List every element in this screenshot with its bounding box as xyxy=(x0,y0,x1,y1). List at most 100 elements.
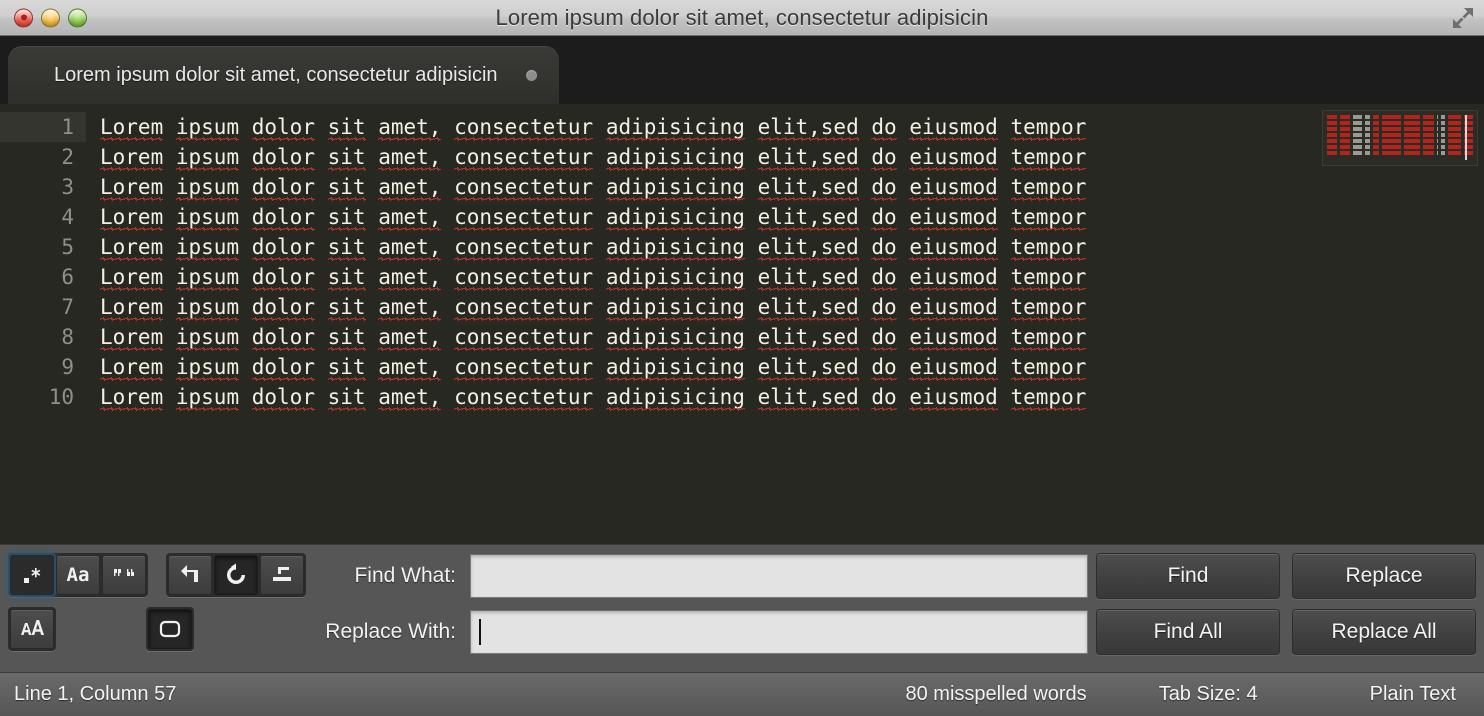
misspelled-word: consectetur xyxy=(454,142,594,172)
minimap-block xyxy=(1327,120,1338,125)
misspelled-word: eiusmod xyxy=(909,292,998,322)
preserve-case-toggle-button[interactable] xyxy=(10,609,54,649)
line-number-gutter: 1 2 3 4 5 6 7 8 9 10 xyxy=(0,104,86,544)
misspelled-word: sit xyxy=(327,352,366,382)
syntax-mode-status[interactable]: Plain Text xyxy=(1370,683,1456,706)
minimap-block xyxy=(1422,150,1434,155)
minimap-block xyxy=(1353,132,1363,137)
replace-with-label: Replace With: xyxy=(325,620,456,643)
minimap-block xyxy=(1327,138,1338,143)
misspelled-word: elit,sed xyxy=(757,382,859,412)
replace-with-input[interactable] xyxy=(470,610,1088,654)
replace-with-row: Replace With: xyxy=(308,609,1088,655)
minimap-block xyxy=(1436,144,1439,149)
minimap-block xyxy=(1382,144,1401,149)
editor-tab[interactable]: Lorem ipsum dolor sit amet, consectetur … xyxy=(8,46,559,104)
editor-text-content[interactable]: Lorem ipsum dolor sit amet, consectetur … xyxy=(86,104,1484,544)
replace-all-button[interactable]: Replace All xyxy=(1292,609,1476,655)
minimap-block xyxy=(1353,120,1363,125)
minimap[interactable] xyxy=(1322,110,1478,166)
misspelled-word: elit,sed xyxy=(757,142,859,172)
minimap-block xyxy=(1373,114,1380,119)
whole-word-toggle-button[interactable] xyxy=(102,555,146,595)
window-title: Lorem ipsum dolor sit amet, consectetur … xyxy=(495,4,989,30)
misspelled-word: adipisicing xyxy=(605,262,745,292)
minimap-row xyxy=(1327,150,1473,155)
minimap-row xyxy=(1327,120,1473,125)
tab-dirty-indicator-icon[interactable] xyxy=(525,69,537,81)
minimap-cursor-icon xyxy=(1465,115,1467,160)
show-context-toggle-button[interactable] xyxy=(148,609,192,649)
minimap-block xyxy=(1340,120,1351,125)
find-replace-fields: Find What: Replace With: xyxy=(308,553,1096,672)
misspelled-word: Lorem xyxy=(100,292,164,322)
replace-button[interactable]: Replace xyxy=(1292,553,1476,599)
misspelled-word: tempor xyxy=(1010,112,1086,142)
misspelled-word: eiusmod xyxy=(909,322,998,352)
rounded-rect-icon xyxy=(159,620,181,638)
misspelled-word: ipsum xyxy=(175,382,240,412)
misspelled-word: sit xyxy=(327,382,366,412)
minimap-block xyxy=(1422,138,1434,143)
line-number: 5 xyxy=(61,235,74,259)
minimap-block xyxy=(1373,144,1380,149)
quote-marks-icon xyxy=(114,569,134,576)
minimap-block xyxy=(1365,144,1371,149)
tab-size-status[interactable]: Tab Size: 4 xyxy=(1159,683,1258,706)
window-controls xyxy=(14,8,87,27)
minimap-block xyxy=(1436,126,1439,131)
minimap-block xyxy=(1403,132,1420,137)
maximize-button[interactable] xyxy=(68,8,87,27)
minimap-block xyxy=(1448,132,1462,137)
tab-label: Lorem ipsum dolor sit amet, consectetur … xyxy=(54,63,498,86)
minimap-block xyxy=(1382,150,1401,155)
misspelled-word: adipisicing xyxy=(605,172,745,202)
misspelled-word: tempor xyxy=(1010,232,1086,262)
circular-arrow-icon xyxy=(227,563,245,584)
misspelled-word: dolor xyxy=(251,142,316,172)
code-editor[interactable]: 1 2 3 4 5 6 7 8 9 10 Lorem ipsum dolor sit amet, … xyxy=(0,104,1484,544)
line-number: 1 xyxy=(0,112,86,142)
editor-line: Lorem ipsum dolor sit amet, consectetur … xyxy=(100,232,1484,262)
misspelled-word: amet, xyxy=(378,292,442,322)
misspelled-word: adipisicing xyxy=(605,202,745,232)
highlight-results-toggle-button[interactable] xyxy=(260,555,304,595)
misspelled-word: eiusmod xyxy=(909,232,998,262)
misspelled-word: do xyxy=(871,142,897,172)
actions-row-2: Find All Replace All xyxy=(1096,609,1476,655)
misspelled-words-status[interactable]: 80 misspelled words xyxy=(905,683,1086,706)
minimap-block xyxy=(1340,144,1351,149)
find-what-input[interactable] xyxy=(470,554,1088,598)
editor-line: Lorem ipsum dolor sit amet, consectetur … xyxy=(100,292,1484,322)
misspelled-word: elit,sed xyxy=(757,172,859,202)
misspelled-word: elit,sed xyxy=(757,202,859,232)
minimap-block xyxy=(1373,126,1380,131)
misspelled-word: dolor xyxy=(251,382,316,412)
misspelled-word: eiusmod xyxy=(909,262,998,292)
minimize-button[interactable] xyxy=(41,8,60,27)
misspelled-word: elit,sed xyxy=(757,262,859,292)
misspelled-word: consectetur xyxy=(454,262,594,292)
find-what-row: Find What: xyxy=(308,553,1088,599)
find-button[interactable]: Find xyxy=(1096,553,1280,599)
misspelled-word: Lorem xyxy=(100,172,164,202)
in-selection-toggle-button[interactable] xyxy=(214,555,258,595)
close-button[interactable] xyxy=(14,8,33,27)
misspelled-word: consectetur xyxy=(454,112,594,142)
find-all-button[interactable]: Find All xyxy=(1096,609,1280,655)
misspelled-word: amet, xyxy=(378,382,442,412)
cursor-position-status[interactable]: Line 1, Column 57 xyxy=(14,683,176,706)
minimap-block xyxy=(1422,132,1434,137)
minimap-block xyxy=(1448,120,1462,125)
misspelled-word: amet, xyxy=(378,232,442,262)
case-sensitive-toggle-button[interactable]: Aa xyxy=(56,555,100,595)
wrap-toggle-button[interactable] xyxy=(168,555,212,595)
fullscreen-button[interactable] xyxy=(1448,3,1478,33)
misspelled-word: do xyxy=(871,202,897,232)
minimap-block xyxy=(1403,144,1420,149)
regex-toggle-button[interactable] xyxy=(10,555,54,595)
misspelled-word: adipisicing xyxy=(605,382,745,412)
minimap-row xyxy=(1327,132,1473,137)
minimap-block xyxy=(1441,114,1446,119)
misspelled-word: eiusmod xyxy=(909,172,998,202)
